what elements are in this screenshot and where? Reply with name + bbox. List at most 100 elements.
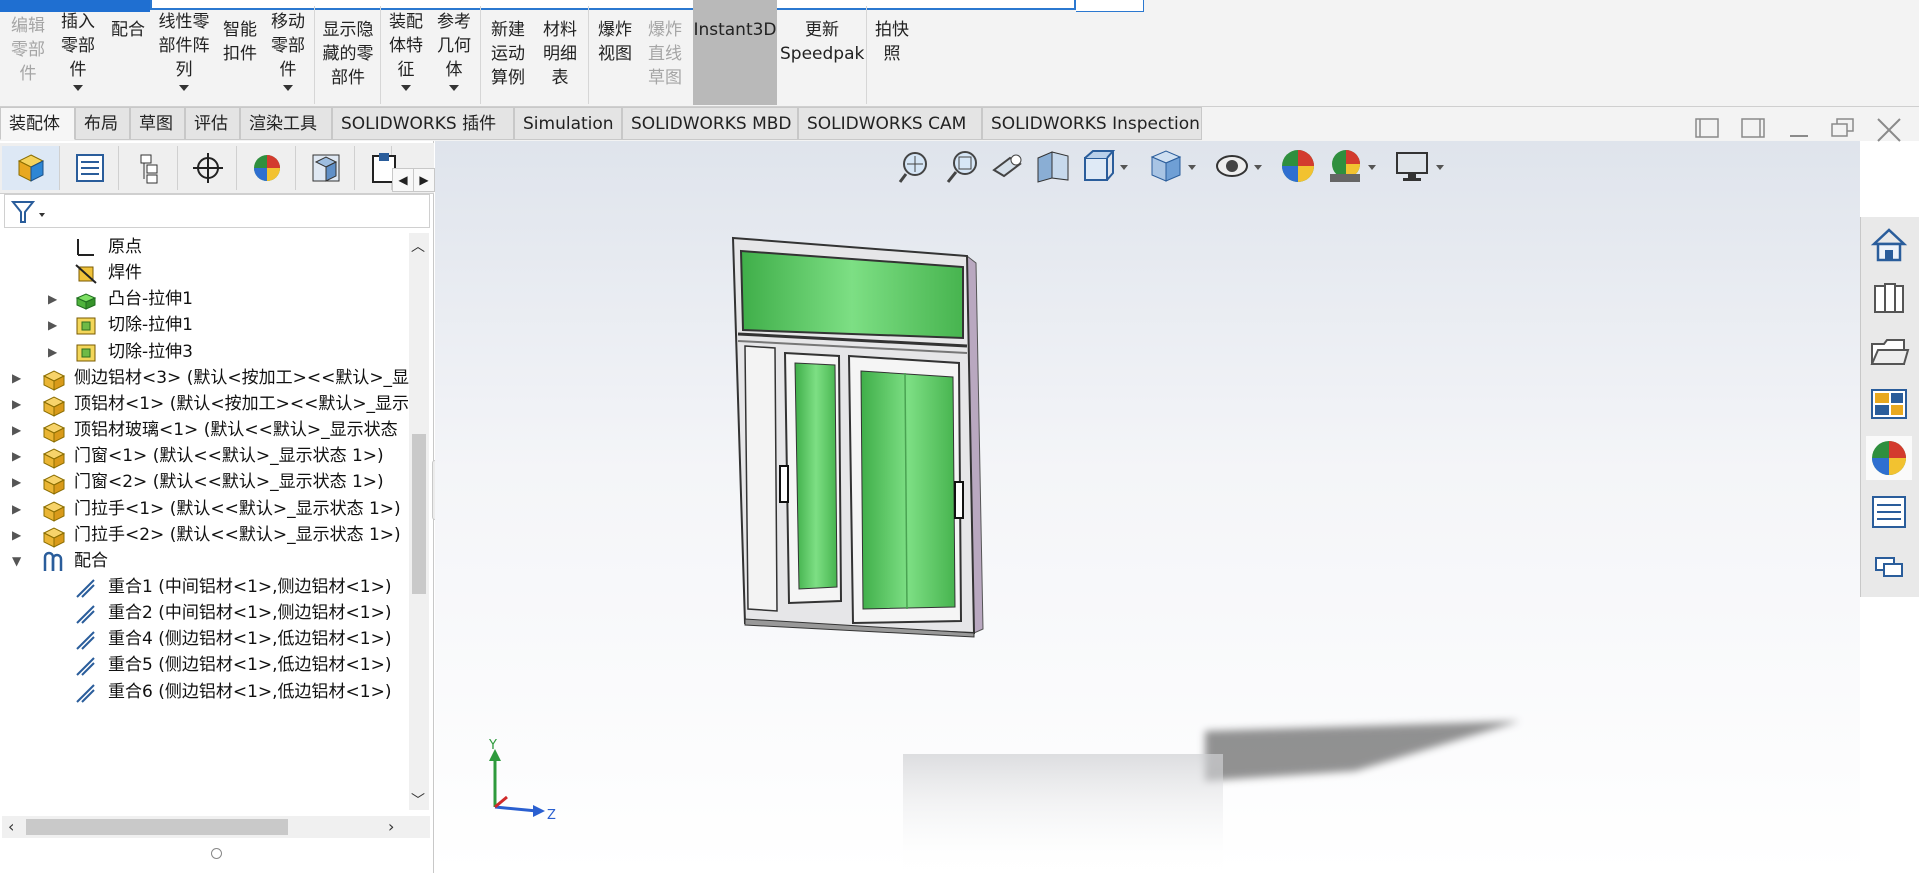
panel-tabs-scroll-right-icon[interactable]: ▶ — [413, 168, 435, 192]
view-orientation-icon[interactable] — [1080, 148, 1132, 186]
tab-solidworks-addins[interactable]: SOLIDWORKS 插件 — [332, 107, 514, 140]
tab-render-tools[interactable]: 渲染工具 — [240, 107, 332, 140]
top-search-box[interactable] — [150, 0, 1076, 10]
cut-extrude-icon — [74, 342, 96, 362]
coincident-icon — [74, 682, 96, 703]
tree-filter-bar[interactable] — [4, 194, 430, 228]
dimxpert-tab[interactable] — [179, 146, 237, 190]
tab-assembly[interactable]: 装配体 — [0, 107, 75, 140]
linear-pattern-button[interactable]: 线性零 部件阵 列 — [154, 10, 214, 91]
tree-row[interactable]: 重合6 (侧边铝材<1>,低边铝材<1>) — [0, 677, 405, 707]
top-search-button[interactable] — [1076, 0, 1144, 12]
tab-evaluate[interactable]: 评估 — [185, 107, 240, 140]
display-manager-icon — [254, 155, 280, 181]
configurationmanager-icon — [140, 154, 158, 184]
zoom-to-fit-icon[interactable] — [898, 148, 936, 186]
tab-layout[interactable]: 布局 — [75, 107, 130, 140]
instant3d-button[interactable]: Instant3D — [693, 18, 777, 42]
origin-icon — [74, 237, 96, 257]
part-icon — [40, 394, 66, 417]
tab-sketch[interactable]: 草图 — [130, 107, 185, 140]
scroll-right-icon[interactable]: › — [388, 817, 394, 836]
part-icon — [40, 420, 66, 443]
reference-geometry-button[interactable]: 参考 几何 体 — [432, 10, 476, 91]
part-icon — [40, 499, 66, 522]
chevron-down-icon[interactable] — [283, 85, 293, 91]
previous-view-icon[interactable] — [990, 148, 1028, 186]
tab-solidworks-mbd[interactable]: SOLIDWORKS MBD — [622, 107, 798, 140]
scroll-down-icon[interactable]: ﹀ — [411, 790, 425, 810]
panel-tabs-scroll-left-icon[interactable]: ◀ — [392, 168, 414, 192]
section-view-icon[interactable] — [1034, 148, 1072, 186]
exploded-view-button[interactable]: 爆炸 视图 — [592, 18, 638, 66]
part-icon — [40, 472, 66, 496]
edit-part-button[interactable]: 编辑 零部 件 — [6, 14, 50, 86]
chevron-down-icon[interactable] — [73, 85, 83, 91]
scroll-up-icon[interactable]: ︿ — [411, 236, 425, 256]
tree-vertical-scroll-thumb[interactable] — [412, 434, 426, 594]
appearances-scenes-icon[interactable] — [1866, 436, 1912, 480]
tab-simulation[interactable]: Simulation — [514, 107, 622, 140]
custom-properties-icon[interactable] — [1866, 490, 1912, 534]
forum-icon[interactable] — [1866, 544, 1912, 588]
instant3d-active-bg — [693, 0, 777, 105]
propertymanager-icon — [76, 154, 104, 182]
display-style-icon[interactable] — [1148, 148, 1200, 186]
panel-resize-grip-icon[interactable] — [211, 848, 222, 859]
bill-of-materials-button[interactable]: 材料 明细 表 — [538, 18, 582, 90]
part-icon — [40, 368, 66, 391]
close-icon[interactable] — [1874, 116, 1904, 146]
update-speedpak-button[interactable]: 更新 Speedpak — [780, 18, 864, 66]
graphics-area[interactable]: Y Z — [435, 141, 1860, 873]
assembly-features-button[interactable]: 装配 体特 征 — [384, 10, 428, 91]
part-icon — [40, 446, 66, 469]
tree-horizontal-scroll-thumb[interactable] — [26, 819, 288, 835]
move-component-button[interactable]: 移动 零部 件 — [266, 10, 310, 91]
cut-extrude-icon — [74, 315, 96, 335]
featuremanager-tab[interactable] — [2, 146, 60, 190]
zoom-to-area-icon[interactable] — [944, 148, 982, 186]
apply-scene-icon[interactable] — [1328, 148, 1380, 186]
cam-feature-icon — [312, 154, 340, 182]
edit-appearance-icon[interactable] — [1280, 148, 1318, 186]
mates-folder-icon — [40, 551, 63, 571]
coincident-icon — [74, 577, 96, 598]
propertymanager-tab[interactable] — [61, 146, 119, 190]
take-snapshot-button[interactable]: 拍快 照 — [870, 18, 914, 66]
coincident-icon — [74, 629, 96, 650]
coincident-icon — [74, 603, 96, 624]
design-library-icon[interactable] — [1866, 276, 1912, 320]
triad-z-label: Z — [547, 808, 556, 823]
weldment-icon — [74, 263, 97, 284]
tab-solidworks-cam[interactable]: SOLIDWORKS CAM — [798, 107, 982, 140]
show-hidden-components-button[interactable]: 显示隐 藏的零 部件 — [318, 18, 378, 90]
door-window-model[interactable] — [435, 141, 1860, 873]
new-motion-study-button[interactable]: 新建 运动 算例 — [486, 18, 530, 90]
configurationmanager-tab[interactable] — [120, 146, 178, 190]
boss-extrude-icon — [74, 289, 97, 311]
view-palette-icon[interactable] — [1866, 382, 1912, 426]
hide-show-icon[interactable] — [1214, 148, 1266, 186]
view-settings-icon[interactable] — [1394, 148, 1450, 186]
triad-y-label: Y — [488, 739, 497, 753]
scroll-left-icon[interactable]: ‹ — [8, 817, 14, 836]
cam-feature-tab[interactable] — [297, 146, 355, 190]
featuremanager-icon — [17, 154, 45, 182]
cam-operation-tab[interactable] — [356, 146, 396, 190]
chevron-down-icon[interactable] — [401, 85, 411, 91]
display-manager-tab[interactable] — [238, 146, 296, 190]
tab-solidworks-inspection[interactable]: SOLIDWORKS Inspection — [982, 107, 1202, 140]
coordinate-triad: Y Z — [488, 739, 556, 823]
part-icon — [40, 525, 66, 548]
solidworks-resources-icon[interactable] — [1866, 222, 1912, 266]
chevron-down-icon[interactable] — [179, 85, 189, 91]
tree-row-label: 重合6 (侧边铝材<1>,低边铝材<1>) — [108, 681, 392, 702]
explode-line-sketch-button[interactable]: 爆炸 直线 草图 — [642, 18, 688, 90]
chevron-down-icon[interactable] — [449, 85, 459, 91]
filter-icon[interactable] — [11, 199, 47, 225]
file-explorer-icon[interactable] — [1866, 330, 1912, 374]
mate-button[interactable]: 配合 — [104, 18, 152, 42]
dimxpert-icon — [193, 153, 223, 183]
insert-part-button[interactable]: 插入 零部 件 — [56, 10, 100, 91]
smart-fastener-button[interactable]: 智能 扣件 — [218, 18, 262, 66]
